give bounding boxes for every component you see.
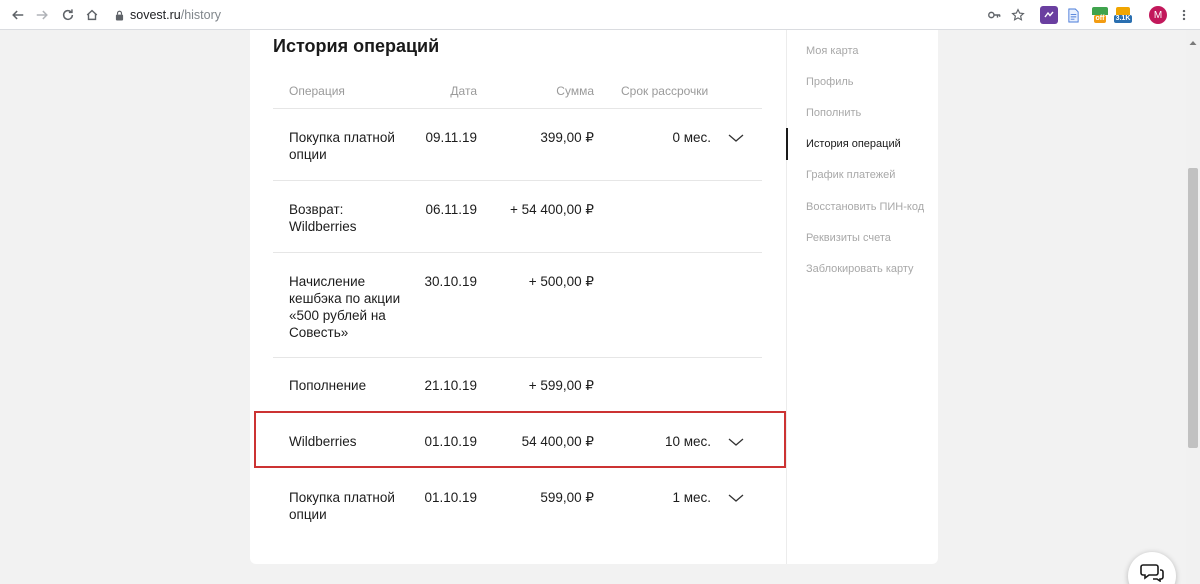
operation-name: Покупка платной опции bbox=[289, 130, 395, 162]
operation-date: 01.10.19 bbox=[424, 490, 477, 505]
sidebar-item-account-details[interactable]: Реквизиты счета bbox=[806, 232, 891, 244]
document-extension-icon[interactable] bbox=[1064, 6, 1082, 24]
operation-date: 30.10.19 bbox=[424, 274, 477, 289]
back-icon[interactable] bbox=[8, 5, 28, 25]
column-header-amount: Сумма bbox=[556, 84, 594, 98]
sidebar-item-history[interactable]: История операций bbox=[806, 138, 901, 150]
scrollbar-thumb[interactable] bbox=[1188, 168, 1198, 448]
row-divider bbox=[273, 357, 762, 358]
column-header-date: Дата bbox=[450, 84, 477, 98]
installment-term: 0 мес. bbox=[672, 130, 711, 145]
sidebar-item-block-card[interactable]: Заблокировать карту bbox=[806, 263, 914, 275]
operation-amount: + 500,00 ₽ bbox=[528, 274, 594, 289]
browser-toolbar: sovest.ru/history off 3.1K M bbox=[0, 0, 1200, 30]
sidebar-divider bbox=[786, 30, 787, 564]
operation-name: Пополнение bbox=[289, 378, 367, 393]
column-header-term: Срок рассрочки bbox=[621, 84, 709, 98]
page-title: История операций bbox=[273, 36, 440, 56]
forward-icon[interactable] bbox=[32, 5, 52, 25]
operation-amount: 399,00 ₽ bbox=[540, 130, 594, 145]
extension-badge-off: off bbox=[1093, 15, 1107, 23]
sidebar-item-my-card[interactable]: Моя карта bbox=[806, 45, 859, 57]
row-divider bbox=[273, 180, 762, 181]
home-icon[interactable] bbox=[82, 5, 102, 25]
extension-badge-count: 3.1K bbox=[1113, 15, 1133, 23]
scroll-up-icon[interactable] bbox=[1188, 34, 1198, 45]
key-icon[interactable] bbox=[984, 5, 1004, 25]
operation-date: 06.11.19 bbox=[425, 202, 477, 217]
row-divider bbox=[273, 108, 762, 109]
sidebar-item-restore-pin[interactable]: Восстановить ПИН-код bbox=[806, 201, 924, 213]
counter-extension-icon[interactable]: 3.1K bbox=[1112, 6, 1134, 24]
installment-term: 1 мес. bbox=[672, 490, 711, 505]
sidebar-item-profile[interactable]: Профиль bbox=[806, 76, 854, 88]
lock-icon bbox=[114, 9, 124, 21]
chevron-down-icon[interactable] bbox=[727, 131, 745, 143]
star-icon[interactable] bbox=[1008, 5, 1028, 25]
profile-avatar[interactable]: M bbox=[1149, 6, 1167, 24]
operation-name: Возврат: Wildberries bbox=[289, 202, 357, 234]
reload-icon[interactable] bbox=[58, 5, 78, 25]
address-bar[interactable]: sovest.ru/history bbox=[114, 5, 221, 25]
sidebar-item-top-up[interactable]: Пополнить bbox=[806, 107, 861, 119]
operation-amount: + 54 400,00 ₽ bbox=[509, 202, 594, 217]
url-path: /history bbox=[180, 8, 222, 22]
coupon-extension-icon[interactable]: off bbox=[1090, 6, 1110, 24]
operation-name: Начисление кешбэка по акции «500 рублей … bbox=[289, 274, 401, 340]
highlight-frame bbox=[254, 411, 786, 468]
chat-button[interactable] bbox=[1128, 552, 1176, 584]
sidebar-active-indicator bbox=[786, 128, 788, 160]
column-header-operation: Операция bbox=[289, 84, 345, 98]
operation-amount: + 599,00 ₽ bbox=[528, 378, 594, 393]
chat-icon bbox=[1140, 564, 1164, 582]
extension-purple-icon[interactable] bbox=[1040, 6, 1058, 24]
kebab-menu-icon[interactable] bbox=[1174, 5, 1194, 25]
operation-date: 09.11.19 bbox=[425, 130, 477, 145]
row-divider bbox=[273, 252, 762, 253]
operation-amount: 599,00 ₽ bbox=[540, 490, 594, 505]
chevron-down-icon[interactable] bbox=[727, 491, 745, 503]
operation-date: 21.10.19 bbox=[424, 378, 477, 393]
sidebar-item-payment-schedule[interactable]: График платежей bbox=[806, 169, 895, 181]
url-host: sovest.ru bbox=[130, 8, 181, 22]
operation-name: Покупка платной опции bbox=[289, 490, 395, 522]
